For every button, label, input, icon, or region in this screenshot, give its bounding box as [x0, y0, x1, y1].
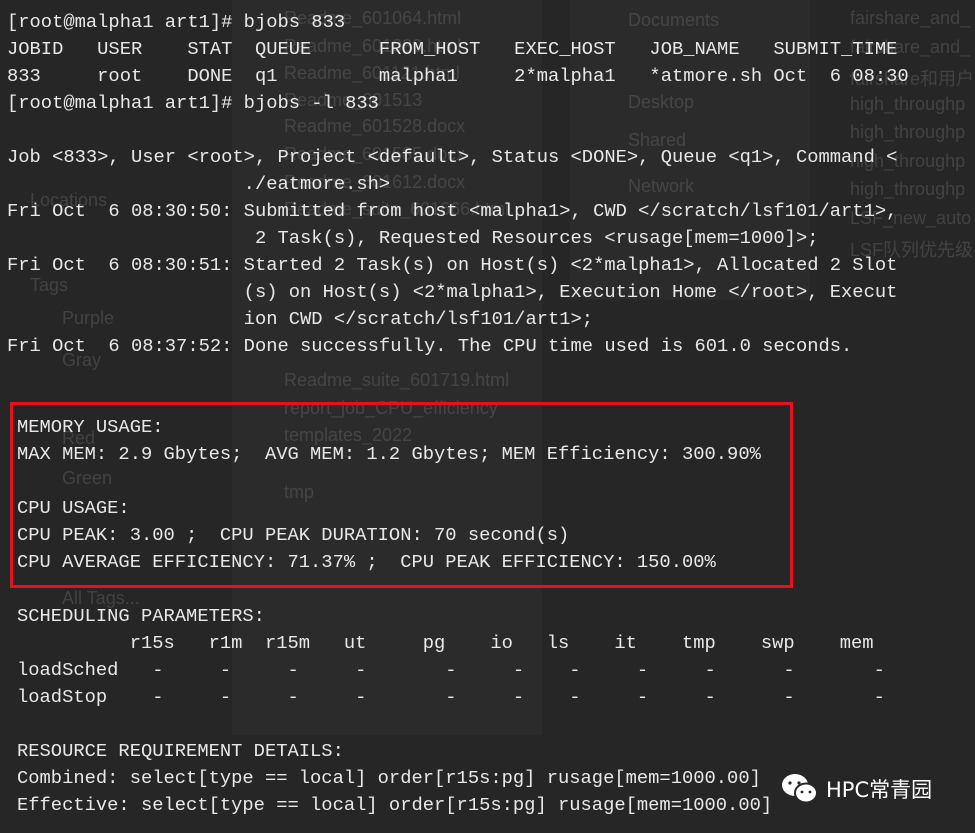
terminal-line: SCHEDULING PARAMETERS:: [17, 605, 265, 627]
terminal-line: loadStop - - - - - - - - - - -: [17, 686, 885, 708]
terminal-line: ion CWD </scratch/lsf101/art1>;: [7, 308, 594, 330]
terminal-line: MAX MEM: 2.9 Gbytes; AVG MEM: 1.2 Gbytes…: [17, 443, 761, 465]
watermark-text: HPC常青园: [826, 778, 933, 802]
terminal-output-block-a: [root@malpha1 art1]# bjobs 833 JOBID USER…: [7, 9, 909, 360]
terminal-line: MEMORY USAGE:: [17, 416, 164, 438]
terminal-line: r15s r1m r15m ut pg io ls it tmp swp mem: [17, 632, 874, 654]
terminal-line: CPU USAGE:: [17, 497, 130, 519]
terminal-line: 2 Task(s), Requested Resources <rusage[m…: [7, 227, 819, 249]
terminal-output-block-b: MEMORY USAGE: MAX MEM: 2.9 Gbytes; AVG ME…: [17, 414, 885, 819]
terminal-line: Fri Oct 6 08:30:51: Started 2 Task(s) on…: [7, 254, 898, 276]
finder-file-item: Readme_suite_601719.html: [284, 370, 510, 390]
terminal-line: Fri Oct 6 08:30:50: Submitted from host …: [7, 200, 898, 222]
terminal-line: Combined: select[type == local] order[r1…: [17, 767, 761, 789]
terminal-line: RESOURCE REQUIREMENT DETAILS:: [17, 740, 344, 762]
terminal-line: [root@malpha1 art1]# bjobs 833: [7, 11, 346, 33]
terminal-line: JOBID USER STAT QUEUE FROM_HOST EXEC_HOS…: [7, 38, 898, 60]
terminal-line: ./eatmore.sh>: [7, 173, 391, 195]
terminal-line: Effective: select[type == local] order[r…: [17, 794, 773, 816]
terminal-line: CPU PEAK: 3.00 ; CPU PEAK DURATION: 70 s…: [17, 524, 570, 546]
terminal-line: (s) on Host(s) <2*malpha1>, Execution Ho…: [7, 281, 898, 303]
terminal-line: loadSched - - - - - - - - - - -: [17, 659, 885, 681]
terminal-line: 833 root DONE q1 malpha1 2*malpha1 *atmo…: [7, 65, 909, 87]
terminal-line: Job <833>, User <root>, Project <default…: [7, 146, 898, 168]
terminal-line: [root@malpha1 art1]# bjobs -l 833: [7, 92, 379, 114]
watermark: HPC常青园: [780, 772, 932, 806]
wechat-icon: [782, 774, 818, 804]
terminal-line: Fri Oct 6 08:37:52: Done successfully. T…: [7, 335, 853, 357]
terminal-line: CPU AVERAGE EFFICIENCY: 71.37% ; CPU PEA…: [17, 551, 716, 573]
